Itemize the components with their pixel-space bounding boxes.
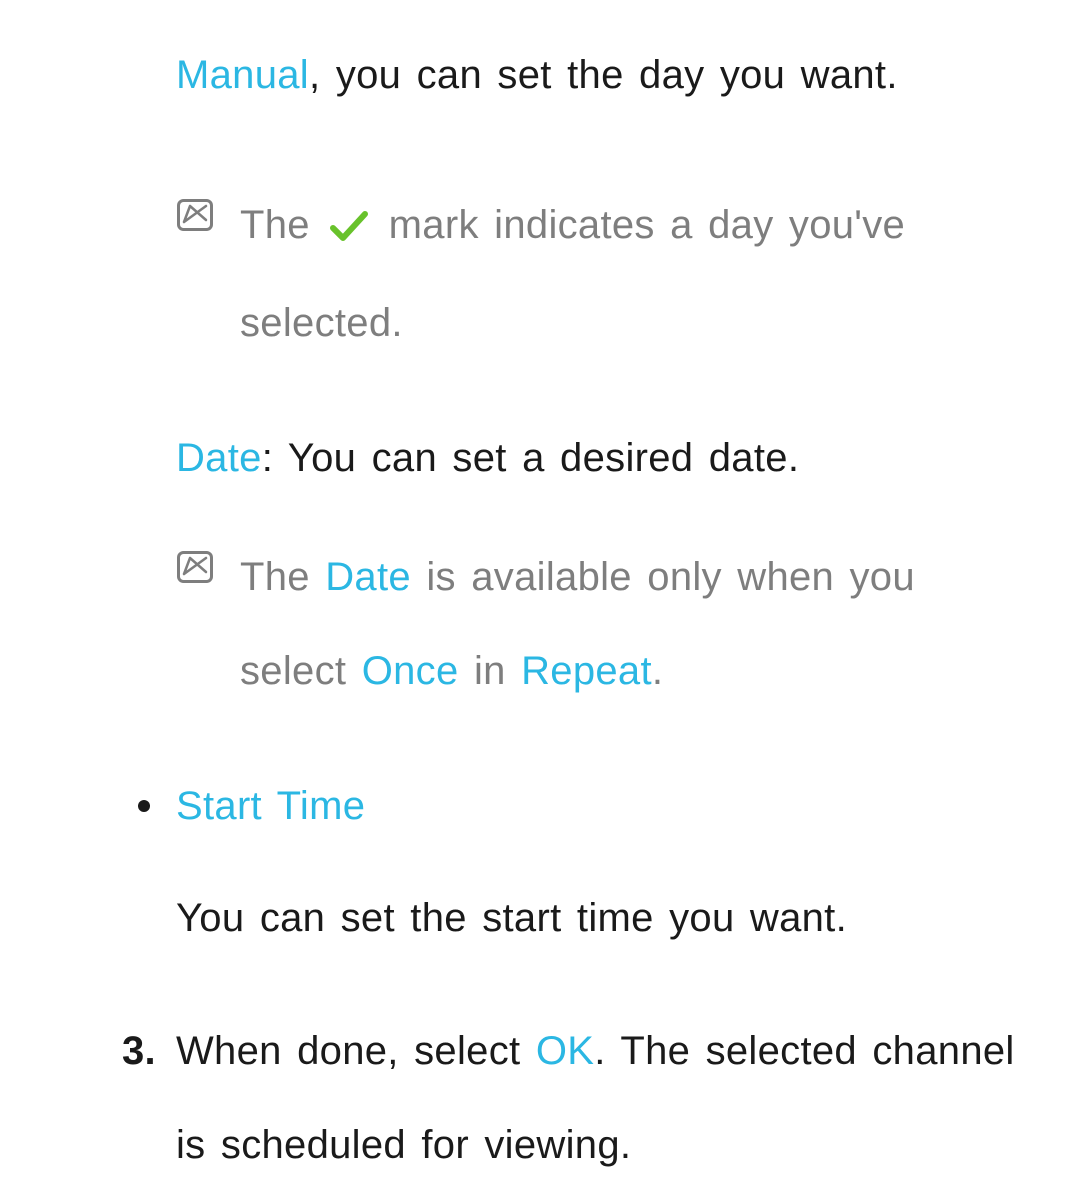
note-date-availability: The Date is available only when you sele… xyxy=(176,530,1032,718)
paragraph-date: Date: You can set a desired date. xyxy=(176,426,1032,490)
document-content: Manual, you can set the day you want. Th… xyxy=(0,0,1080,1202)
text-date: : You can set a desired date. xyxy=(262,436,800,480)
paragraph-manual: Manual, you can set the day you want. xyxy=(176,28,1032,122)
keyword-manual: Manual xyxy=(176,53,309,97)
checkmark-icon xyxy=(329,182,369,276)
bullet-start-time: Start Time You can set the start time yo… xyxy=(176,774,1032,950)
keyword-date-2: Date xyxy=(325,555,411,599)
note-icon xyxy=(176,198,214,232)
keyword-date: Date xyxy=(176,436,262,480)
keyword-ok: OK xyxy=(536,1029,594,1073)
note2-mid2: in xyxy=(459,649,522,693)
step3-pre: When done, select xyxy=(176,1029,536,1073)
text-manual: , you can set the day you want. xyxy=(309,53,898,97)
note2-end: . xyxy=(652,649,663,693)
bullet-dot-icon xyxy=(138,800,150,812)
note-text-pre: The xyxy=(240,203,325,247)
note-icon xyxy=(176,550,214,584)
keyword-once: Once xyxy=(362,649,459,693)
step-3: 3. When done, select OK. The selected ch… xyxy=(176,1004,1032,1192)
keyword-repeat: Repeat xyxy=(521,649,652,693)
note-checkmark: The mark indicates a day you've selected… xyxy=(176,178,1032,370)
step-number: 3. xyxy=(122,1004,156,1098)
text-start-time: You can set the start time you want. xyxy=(176,886,1032,950)
heading-start-time: Start Time xyxy=(176,774,1032,838)
note2-pre: The xyxy=(240,555,325,599)
